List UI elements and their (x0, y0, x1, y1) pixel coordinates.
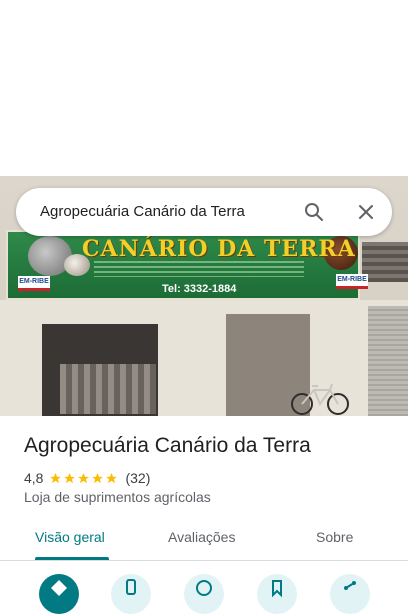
tab-bar: Visão geral Avaliações Sobre (0, 520, 408, 561)
phone-icon (126, 579, 136, 595)
bicycle-image (291, 383, 349, 415)
website-button[interactable] (184, 574, 224, 614)
search-bar[interactable]: Agropecuária Canário da Terra (16, 188, 392, 236)
rating-row[interactable]: 4,8 (32) (24, 469, 150, 487)
star-icon (106, 472, 118, 483)
store-goods (60, 364, 156, 414)
star-icon (78, 472, 90, 483)
storefront-sign: CANÁRIO DA TERRA EM-RIBE Tel: 3332-1884 … (6, 230, 368, 300)
storefront-window (362, 242, 408, 282)
tab-reviews[interactable]: Avaliações (168, 529, 235, 545)
place-title: Agropecuária Canário da Terra (24, 434, 311, 457)
search-input[interactable]: Agropecuária Canário da Terra (40, 203, 245, 220)
sign-logo-right: EM-RIBE (336, 274, 368, 289)
sign-logo-left: EM-RIBE (18, 276, 50, 291)
tab-overview[interactable]: Visão geral (35, 529, 105, 545)
call-button[interactable] (111, 574, 151, 614)
close-icon[interactable] (354, 200, 378, 224)
tab-indicator (35, 557, 109, 560)
save-icon (272, 580, 282, 598)
sign-title: CANÁRIO DA TERRA (82, 236, 356, 262)
directions-button[interactable] (39, 574, 79, 614)
search-icon[interactable] (302, 200, 326, 224)
website-icon (196, 580, 212, 596)
save-button[interactable] (257, 574, 297, 614)
star-icon (64, 472, 76, 483)
share-button[interactable] (330, 574, 370, 614)
storefront-shutter (368, 306, 408, 416)
sign-phone: Tel: 3332-1884 (162, 283, 237, 295)
rating-value: 4,8 (24, 470, 44, 486)
tab-about[interactable]: Sobre (316, 529, 353, 545)
place-category: Loja de suprimentos agrícolas (24, 489, 211, 505)
sign-small-text (94, 261, 304, 277)
share-icon (344, 581, 356, 590)
star-icon (92, 472, 104, 483)
directions-icon (51, 580, 67, 596)
rating-stars (49, 472, 119, 485)
review-count: (32) (125, 470, 151, 486)
star-icon (50, 472, 62, 483)
